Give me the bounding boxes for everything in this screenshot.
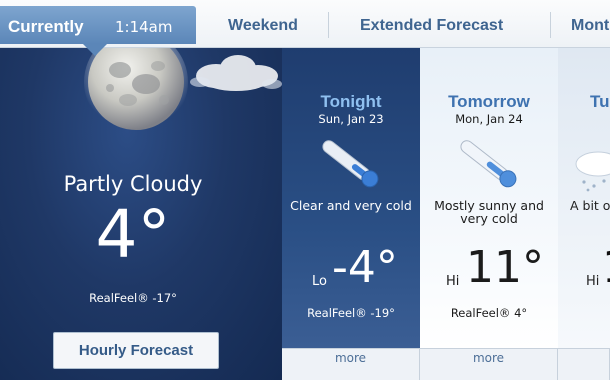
- forecast-card-tomorrow[interactable]: Tomorrow Mon, Jan 24 Mostly sunny and ve…: [420, 48, 558, 348]
- card-temperature: 11°: [466, 242, 544, 293]
- more-link-label: more: [334, 351, 367, 365]
- moon-icon: [82, 48, 190, 134]
- card-hi-label: Hi: [586, 274, 600, 289]
- forecast-card-tonight[interactable]: Tonight Sun, Jan 23 Clear and very cold …: [282, 48, 420, 348]
- more-link-tonight[interactable]: more: [282, 348, 420, 380]
- tab-currently-label: Currently: [8, 17, 84, 36]
- more-link-tomorrow[interactable]: more: [420, 348, 558, 380]
- active-tab-pointer: [82, 43, 108, 56]
- tab-currently[interactable]: Currently 1:14am: [0, 6, 196, 44]
- forecast-card-tuesday[interactable]: Tu A bit o Hi 1: [558, 48, 610, 348]
- card-realfeel: RealFeel® -19°: [307, 306, 395, 320]
- more-link-tuesday[interactable]: [558, 348, 610, 380]
- tab-month[interactable]: Month: [571, 17, 610, 35]
- current-realfeel: RealFeel® -17°: [89, 291, 177, 305]
- card-title: Tomorrow: [448, 92, 530, 111]
- current-time: 1:14am: [115, 18, 173, 36]
- card-temperature: 1: [602, 242, 610, 293]
- tab-weekend[interactable]: Weekend: [228, 17, 298, 35]
- card-title: Tonight: [320, 92, 382, 111]
- snow-cloud-icon: [568, 134, 610, 198]
- thermometer-icon: [316, 132, 386, 196]
- card-temperature: -4°: [332, 242, 398, 293]
- card-description: Clear and very cold: [290, 198, 412, 213]
- thermometer-icon: [454, 132, 524, 196]
- card-description: Mostly sunny and very cold: [434, 198, 544, 226]
- forecast-tab-bar: Currently 1:14am Weekend Extended Foreca…: [0, 0, 610, 48]
- card-title: Tu: [590, 92, 610, 111]
- card-date: Sun, Jan 23: [318, 112, 384, 126]
- card-date: Mon, Jan 24: [455, 112, 523, 126]
- hourly-forecast-button[interactable]: Hourly Forecast: [53, 332, 219, 369]
- card-description: A bit o: [570, 198, 610, 213]
- card-lo-label: Lo: [312, 274, 327, 289]
- current-conditions-panel: Partly Cloudy 4° RealFeel® -17° Hourly F…: [0, 48, 282, 380]
- more-link-label: more: [472, 351, 505, 365]
- card-hi-label: Hi: [446, 274, 460, 289]
- current-temperature: 4°: [95, 196, 171, 273]
- tab-divider: [550, 12, 551, 38]
- tab-extended-forecast[interactable]: Extended Forecast: [360, 17, 503, 35]
- tab-divider: [328, 12, 329, 38]
- current-condition: Partly Cloudy: [63, 172, 203, 196]
- card-realfeel: RealFeel® 4°: [450, 306, 528, 320]
- cloud-icon: [186, 50, 282, 96]
